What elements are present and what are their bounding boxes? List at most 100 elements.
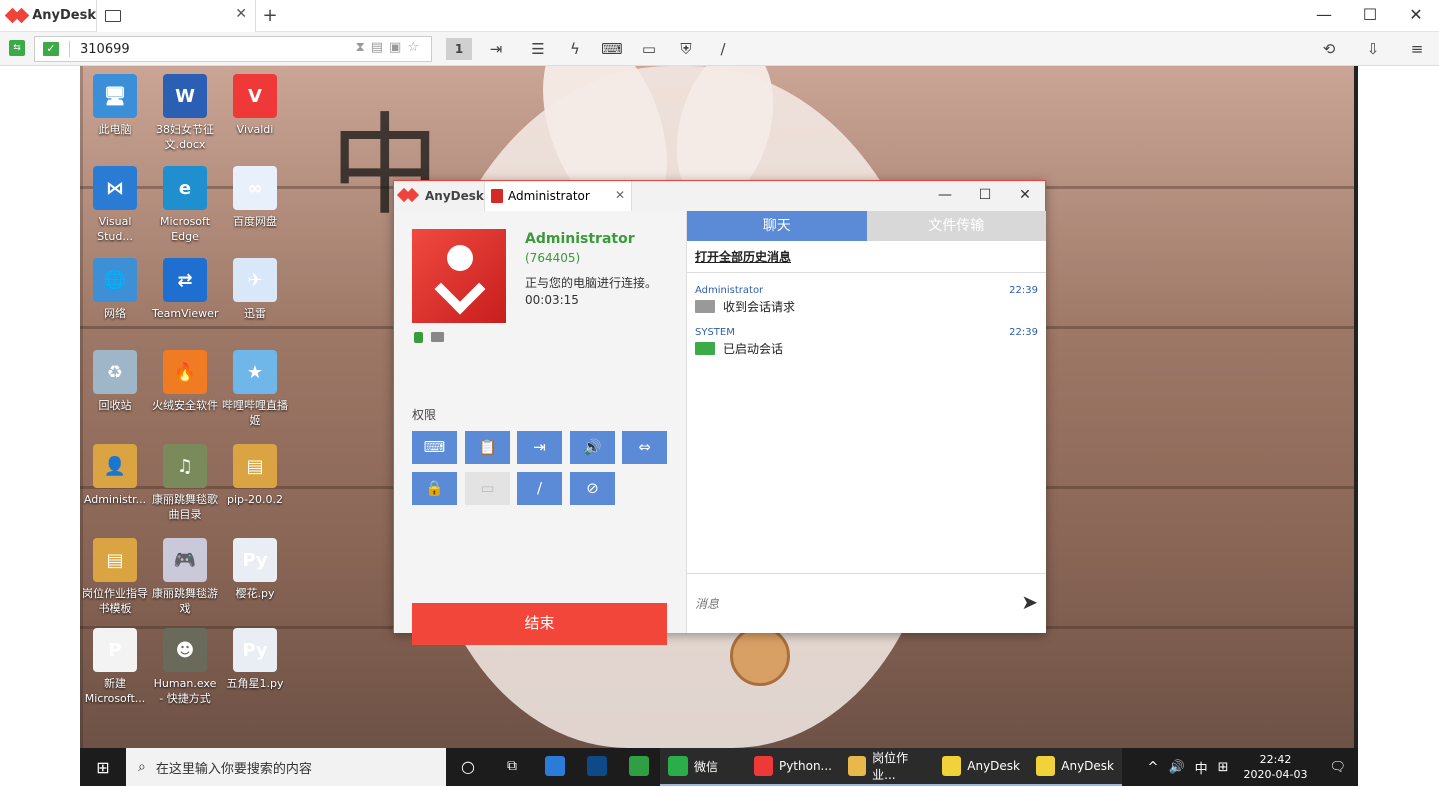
message-sender: SYSTEM xyxy=(695,327,735,338)
new-tab-button[interactable]: + xyxy=(256,5,284,26)
close-button[interactable]: ✕ xyxy=(1393,0,1439,32)
display-icon[interactable]: ▭ xyxy=(636,38,662,60)
permission-restart-icon[interactable]: ▭ xyxy=(465,472,510,505)
connection-status-icon[interactable]: ⇆ xyxy=(9,40,25,56)
desktop-icon[interactable]: P 新建 Microsoft... xyxy=(82,628,148,706)
cortana-icon[interactable]: ○ xyxy=(446,748,490,786)
dialog-minimize-button[interactable]: — xyxy=(925,181,965,209)
permission-screen-control-icon[interactable]: ⇔ xyxy=(622,431,667,464)
end-session-button[interactable]: 结束 xyxy=(412,603,667,645)
permissions-shield-icon[interactable]: ⛨ xyxy=(673,38,699,60)
desktop-icon[interactable]: ☻ Human.exe - 快捷方式 xyxy=(152,628,218,706)
taskbar-app[interactable] xyxy=(576,748,618,786)
task-view-icon[interactable]: ⧉ xyxy=(490,748,534,786)
permission-draw-icon[interactable]: ∕ xyxy=(517,472,562,505)
desktop-icon[interactable]: 🖥 此电脑 xyxy=(82,74,148,137)
desktop-app-icon: ∞ xyxy=(233,166,277,210)
status-icons xyxy=(414,332,444,343)
permission-audio-icon[interactable]: 🔊 xyxy=(570,431,615,464)
dialog-close-button[interactable]: ✕ xyxy=(1005,181,1045,209)
desktop-icon[interactable]: ♫ 康丽跳舞毯歌曲目录 xyxy=(152,444,218,522)
taskbar-app[interactable]: AnyDesk xyxy=(1028,748,1122,786)
lock-icon xyxy=(414,332,423,343)
start-windows-icon[interactable]: ⊞ xyxy=(80,758,126,777)
icon-glyph: 🎮 xyxy=(173,549,197,571)
desktop-icon[interactable]: e Microsoft Edge xyxy=(152,166,218,244)
actions-lightning-icon[interactable]: ϟ xyxy=(562,38,588,60)
desktop-icon[interactable]: 🌐 网络 xyxy=(82,258,148,321)
desktop-icon[interactable]: ✈ 迅雷 xyxy=(222,258,288,321)
icon-glyph: 🔥 xyxy=(173,361,197,383)
permission-keyboard-mouse-icon[interactable]: ⌨ xyxy=(412,431,457,464)
dialog-tab-administrator[interactable]: Administrator ✕ xyxy=(484,181,632,211)
verified-check-icon: ✓ xyxy=(43,42,59,56)
maximize-button[interactable]: ☐ xyxy=(1347,0,1393,32)
dialog-brand[interactable]: AnyDesk xyxy=(394,187,484,203)
icon-glyph: 🖥 xyxy=(103,85,127,107)
anydesk-logo-icon xyxy=(396,187,420,203)
anydesk-brand[interactable]: AnyDesk xyxy=(0,0,96,32)
clock-date: 2020-04-03 xyxy=(1243,768,1308,781)
desktop-icon[interactable]: ⋈ Visual Stud... xyxy=(82,166,148,244)
monitor-select-button[interactable]: 1 xyxy=(446,38,472,60)
taskbar-app-label: Python... xyxy=(778,759,832,773)
taskbar-app[interactable]: 岗位作业... xyxy=(840,748,934,786)
keyboard-icon[interactable]: ⌨ xyxy=(599,38,625,60)
minimize-button[interactable]: — xyxy=(1301,0,1347,32)
desktop-icon[interactable]: ▤ pip-20.0.2 xyxy=(222,444,288,507)
permission-lock-icon[interactable]: 🔒 xyxy=(412,472,457,505)
address-tools-icons[interactable]: ⧗▤▣☆ xyxy=(356,40,425,55)
desktop-icon[interactable]: V Vivaldi xyxy=(222,74,288,137)
permission-clipboard-icon[interactable]: 📋 xyxy=(465,431,510,464)
address-bar[interactable]: ✓ 310699 ⧗▤▣☆ xyxy=(34,36,432,62)
dialog-maximize-button[interactable]: ☐ xyxy=(965,181,1005,209)
file-transfer-icon[interactable]: ⇥ xyxy=(483,38,509,60)
desktop-app-icon: Py xyxy=(233,628,277,672)
desktop-app-icon: ♫ xyxy=(163,444,207,488)
chat-message-input[interactable] xyxy=(695,592,995,616)
menu-icon[interactable]: ≡ xyxy=(1404,38,1430,60)
history-icon[interactable]: ⟲ xyxy=(1316,38,1342,60)
desktop-icon[interactable]: W 38妇女节征文.docx xyxy=(152,74,218,152)
taskbar-search-box[interactable]: ⌕ 在这里输入你要搜索的内容 xyxy=(126,748,446,786)
taskbar-app[interactable]: Python... xyxy=(746,748,840,786)
download-icon[interactable]: ⇩ xyxy=(1360,38,1386,60)
tray-expand-icon[interactable]: ^ xyxy=(1143,760,1164,775)
permission-file-transfer-icon[interactable]: ⇥ xyxy=(517,431,562,464)
tab-file-transfer[interactable]: 文件传输 xyxy=(866,211,1046,241)
taskbar-app[interactable]: AnyDesk xyxy=(934,748,1028,786)
tab-close-icon[interactable]: ✕ xyxy=(235,6,247,22)
dialog-tab-close-icon[interactable]: ✕ xyxy=(615,188,625,202)
desktop-icon[interactable]: ♻ 回收站 xyxy=(82,350,148,413)
desktop-icon[interactable]: ▤ 岗位作业指导书模板 xyxy=(82,538,148,616)
address-text[interactable]: 310699 xyxy=(80,42,130,57)
desktop-icon[interactable]: 👤 Administr... xyxy=(82,444,148,507)
desktop-icon[interactable]: 🔥 火绒安全软件 xyxy=(152,350,218,413)
session-tab[interactable]: ✕ xyxy=(96,0,256,32)
chat-message: SYSTEM 22:39 已启动会话 xyxy=(687,315,1046,357)
taskbar-app[interactable] xyxy=(534,748,576,786)
desktop-icon[interactable]: Py 五角星1.py xyxy=(222,628,288,691)
notification-icon[interactable]: 🗨 xyxy=(1317,760,1358,775)
taskbar-clock[interactable]: 22:42 2020-04-03 xyxy=(1234,752,1318,782)
desktop-icon[interactable]: ⇄ TeamViewer xyxy=(152,258,218,321)
tab-chat[interactable]: 聊天 xyxy=(687,211,867,241)
icon-glyph: P xyxy=(108,639,122,661)
taskbar-app[interactable] xyxy=(618,748,660,786)
whiteboard-pen-icon[interactable]: ∕ xyxy=(710,38,736,60)
language-indicator[interactable]: 中 xyxy=(1190,758,1213,777)
taskbar-app[interactable]: 微信 xyxy=(660,748,746,786)
desktop-icon[interactable]: ∞ 百度网盘 xyxy=(222,166,288,229)
volume-icon[interactable]: 🔊 xyxy=(1163,760,1189,775)
open-history-link[interactable]: 打开全部历史消息 xyxy=(687,241,1046,273)
session-toolbar: ⇆ ✓ 310699 ⧗▤▣☆ 1 ⇥ ☰ ϟ ⌨ ▭ ⛨ ∕ ⟲ ⇩ ≡ xyxy=(0,32,1439,66)
chat-icon[interactable]: ☰ xyxy=(525,38,551,60)
send-icon[interactable]: ➤ xyxy=(1021,590,1038,614)
icon-glyph: ♻ xyxy=(106,361,124,383)
permission-privacy-icon[interactable]: ⊘ xyxy=(570,472,615,505)
desktop-icon[interactable]: ★ 哔哩哔哩直播姬 xyxy=(222,350,288,428)
ime-icon[interactable]: ⊞ xyxy=(1213,760,1234,775)
desktop-icon[interactable]: 🎮 康丽跳舞毯游戏 xyxy=(152,538,218,616)
user-avatar xyxy=(412,229,506,323)
desktop-icon[interactable]: Py 樱花.py xyxy=(222,538,288,601)
